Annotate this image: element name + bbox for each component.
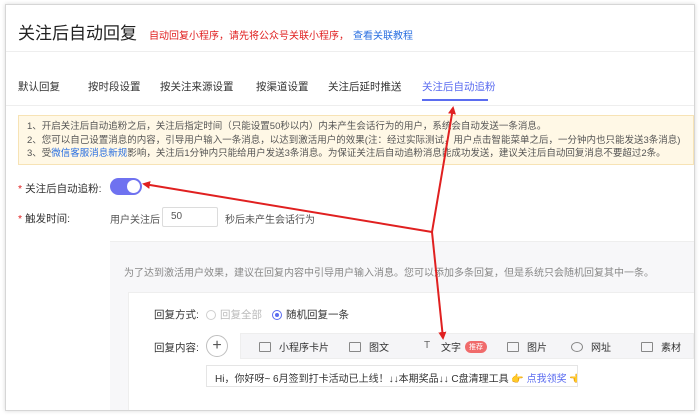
tool-text[interactable]: T 文字 推荐: [421, 339, 487, 354]
tool-mini-program[interactable]: 小程序卡片: [259, 339, 329, 354]
image-icon: [507, 341, 519, 352]
tab-by-source[interactable]: 按关注来源设置: [160, 79, 234, 94]
add-reply-button[interactable]: +: [206, 335, 228, 357]
notice-line-2: 2、您可以自己设置消息的内容，引导用户输入一条消息，以达到激活用户的效果(注：经…: [27, 134, 681, 146]
content-type-toolbar: 小程序卡片 图文 T 文字 推荐 图片 网址 素材: [240, 333, 694, 359]
toggle-knob: [127, 180, 140, 193]
tab-auto-follow[interactable]: 关注后自动追粉: [422, 79, 496, 94]
pointing-right-icon: 👉: [511, 374, 524, 385]
mini-program-icon: [259, 341, 271, 352]
notice-box: 1、开启关注后自动追粉之后，关注后指定时间（只能设置50秒以内）内未产生会话行为…: [18, 115, 694, 165]
trigger-seconds-input[interactable]: 50: [162, 207, 218, 227]
active-tab-indicator: [422, 99, 488, 101]
tab-by-channel[interactable]: 按渠道设置: [256, 79, 309, 94]
header-hint: 自动回复小程序，请先将公众号关联小程序，: [149, 31, 349, 42]
tab-bar: 默认回复 按时段设置 按关注来源设置 按渠道设置 关注后延时推送 关注后自动追粉: [18, 79, 694, 101]
text-icon: T: [423, 339, 431, 351]
radio-reply-all[interactable]: 回复全部: [206, 307, 262, 322]
tabs-divider: [6, 105, 694, 106]
pointing-left-icon: 👈: [569, 374, 577, 385]
tab-delayed-push[interactable]: 关注后延时推送: [328, 79, 402, 94]
radio-dot: [272, 309, 282, 320]
reply-content-label: 回复内容:: [154, 342, 199, 354]
trigger-prefix: 用户关注后: [110, 215, 160, 226]
radio-random-one[interactable]: 随机回复一条: [272, 307, 349, 322]
tab-default-reply[interactable]: 默认回复: [18, 79, 60, 94]
tab-by-time[interactable]: 按时段设置: [88, 79, 141, 94]
page-title: 关注后自动回复: [18, 24, 137, 43]
trigger-suffix: 秒后未产生会话行为: [225, 215, 315, 226]
link-icon: [571, 341, 583, 352]
notice-line-3: 3、受微信客服消息新规影响，关注后1分钟内只能给用户发送3条消息。为保证关注后自…: [27, 148, 666, 159]
material-icon: [641, 341, 653, 352]
wechat-policy-link[interactable]: 微信客服消息新规: [51, 148, 127, 159]
panel-tip: 为了达到激活用户效果，建议在回复内容中引导用户输入消息。您可以添加多条回复，但是…: [124, 268, 654, 279]
radio-dot: [206, 309, 216, 320]
recommend-badge: 推荐: [465, 340, 487, 353]
tool-link[interactable]: 网址: [571, 339, 611, 354]
auto-follow-label: * 关注后自动追粉:: [18, 183, 102, 195]
tool-image-text[interactable]: 图文: [349, 339, 389, 354]
trigger-time-label: * 触发时间:: [18, 213, 71, 225]
header-divider: [6, 51, 694, 52]
app-frame: 关注后自动回复 自动回复小程序，请先将公众号关联小程序， 查看关联教程 默认回复…: [5, 4, 695, 411]
tutorial-link[interactable]: 查看关联教程: [353, 27, 413, 42]
notice-line-1: 1、开启关注后自动追粉之后，关注后指定时间（只能设置50秒以内）内未产生会话行为…: [27, 121, 547, 132]
required-mark: *: [18, 183, 23, 195]
image-text-icon: [349, 341, 361, 352]
required-mark: *: [18, 213, 23, 225]
tool-material[interactable]: 素材: [641, 339, 681, 354]
claim-prize-link[interactable]: 点我领奖: [527, 374, 567, 385]
reply-mode-label: 回复方式:: [154, 309, 199, 321]
tool-image[interactable]: 图片: [507, 339, 547, 354]
reply-content-box[interactable]: Hi，你好呀~ 6月签到打卡活动已上线！↓↓本期奖品↓↓ C盘清理工具 👉 点我…: [206, 365, 578, 387]
page-header: 关注后自动回复 自动回复小程序，请先将公众号关联小程序， 查看关联教程: [18, 19, 413, 44]
auto-follow-toggle[interactable]: [110, 178, 142, 195]
